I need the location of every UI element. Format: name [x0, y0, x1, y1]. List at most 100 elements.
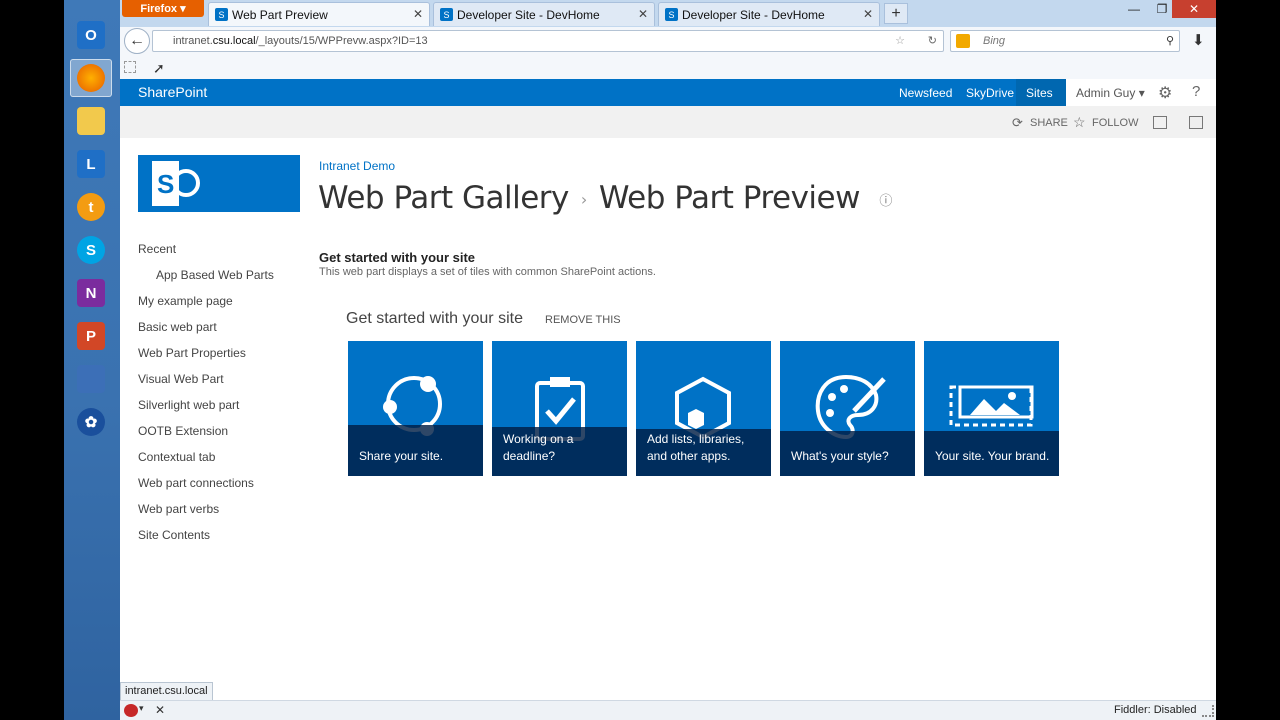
taskbar-powerpoint[interactable]: P — [70, 317, 112, 355]
title-gallery-link[interactable]: Web Part Gallery — [318, 180, 569, 216]
nav-item-recent[interactable]: Recent — [138, 242, 176, 256]
search-input[interactable]: Bing ⚲ — [950, 30, 1180, 52]
nav-item-web-part-properties[interactable]: Web Part Properties — [138, 346, 246, 360]
settings-gear-icon[interactable]: ⚙ — [1158, 83, 1172, 103]
suite-link-newsfeed[interactable]: Newsfeed — [899, 86, 952, 100]
bookmark-star-icon[interactable]: ☆ — [895, 31, 905, 51]
nav-item-ootb-extension[interactable]: OOTB Extension — [138, 424, 228, 438]
minimize-button[interactable]: — — [1120, 0, 1148, 18]
search-icon[interactable]: ⚲ — [1166, 31, 1174, 51]
bookmarks-toolbar: ➚ — [120, 56, 1216, 79]
nav-item-web-part-connections[interactable]: Web part connections — [138, 476, 254, 490]
close-tab-icon[interactable]: ✕ — [638, 7, 648, 21]
folder-icon — [77, 107, 105, 135]
breadcrumb-separator-icon: › — [580, 190, 587, 209]
nav-item-silverlight-web-part[interactable]: Silverlight web part — [138, 398, 239, 412]
tile-working-on-deadline[interactable]: Working on a deadline? — [492, 341, 627, 476]
screen-border-left — [0, 0, 64, 720]
resize-grip-icon[interactable] — [1202, 705, 1214, 717]
site-logo[interactable]: S — [138, 155, 300, 212]
taskbar-firefox[interactable] — [70, 59, 112, 97]
tab-developer-site-2[interactable]: S Developer Site - DevHome ✕ — [658, 2, 880, 26]
sharepoint-favicon-icon: S — [215, 8, 228, 21]
webpart-description: This web part displays a set of tiles wi… — [319, 266, 656, 278]
browser-window: Firefox ▾ S Web Part Preview ✕ S Develop… — [120, 0, 1216, 720]
powerpoint-icon: P — [77, 322, 105, 350]
taskbar-app-flower[interactable]: ✿ — [70, 403, 112, 441]
ribbon-bar: ⟳ SHARE ☆ FOLLOW — [120, 106, 1216, 138]
nav-item-contextual-tab[interactable]: Contextual tab — [138, 450, 215, 464]
flower-icon: ✿ — [77, 408, 105, 436]
get-started-heading: Get started with your site — [346, 310, 523, 327]
svg-text:S: S — [157, 169, 174, 199]
nav-item-my-example-page[interactable]: My example page — [138, 294, 233, 308]
share-button[interactable]: SHARE — [1030, 117, 1068, 129]
windows-taskbar: O L t S N P ✿ — [64, 0, 120, 720]
back-button[interactable]: ← — [124, 28, 150, 54]
hexagon-apps-icon — [675, 376, 731, 440]
t-app-icon: t — [77, 193, 105, 221]
taskbar-explorer[interactable] — [70, 102, 112, 140]
tile-share-site[interactable]: Share your site. — [348, 341, 483, 476]
nav-item-site-contents[interactable]: Site Contents — [138, 528, 210, 542]
close-window-button[interactable]: ✕ — [1172, 0, 1216, 18]
skype-icon: S — [77, 236, 105, 264]
tab-developer-site-1[interactable]: S Developer Site - DevHome ✕ — [433, 2, 655, 26]
webpart-title: Get started with your site — [319, 250, 476, 265]
taskbar-lync[interactable]: L — [70, 145, 112, 183]
sharepoint-logo-icon: S — [152, 161, 200, 206]
page-title: Web Part Gallery › Web Part Preview ⓘ — [318, 180, 892, 216]
fiddler-status[interactable]: Fiddler: Disabled — [1114, 704, 1197, 716]
taskbar-t-app[interactable]: t — [70, 188, 112, 226]
close-tab-icon[interactable]: ✕ — [413, 7, 423, 21]
tile-whats-your-style[interactable]: What's your style? — [780, 341, 915, 476]
tile-add-lists-libraries[interactable]: Add lists, libraries, and other apps. — [636, 341, 771, 476]
new-tab-button[interactable]: + — [884, 3, 908, 24]
clipboard-check-icon — [535, 377, 585, 441]
adblock-icon[interactable] — [124, 704, 138, 717]
nav-item-web-part-verbs[interactable]: Web part verbs — [138, 502, 219, 516]
firefox-menu-button[interactable]: Firefox ▾ — [122, 0, 204, 17]
tile-your-brand[interactable]: Your site. Your brand. — [924, 341, 1059, 476]
bing-icon — [956, 34, 970, 48]
onenote-icon: N — [77, 279, 105, 307]
taskbar-outlook[interactable]: O — [70, 16, 112, 54]
reload-icon[interactable]: ↻ — [928, 31, 937, 51]
follow-button[interactable]: FOLLOW — [1092, 117, 1138, 129]
palette-icon — [815, 374, 886, 440]
close-tab-icon[interactable]: ✕ — [863, 7, 873, 21]
brand-image-icon — [949, 385, 1034, 427]
page-content: S Intranet Demo Web Part Gallery › Web Par… — [120, 138, 1216, 700]
link-hover-url: intranet.csu.local — [120, 682, 213, 702]
sharepoint-favicon-icon: S — [440, 8, 453, 21]
taskbar-skype[interactable]: S — [70, 231, 112, 269]
nav-item-visual-web-part[interactable]: Visual Web Part — [138, 372, 224, 386]
remove-this-link[interactable]: REMOVE THIS — [545, 314, 621, 326]
address-bar[interactable]: intranet.csu.local/_layouts/15/WPPrevw.a… — [152, 30, 944, 52]
breadcrumb[interactable]: Intranet Demo — [319, 159, 395, 173]
share-icon: ⟳ — [1012, 115, 1023, 130]
user-menu[interactable]: Admin Guy ▾ — [1076, 86, 1145, 100]
close-addon-bar-icon[interactable]: ✕ — [155, 703, 165, 717]
sync-icon[interactable] — [1189, 116, 1203, 129]
suite-bar-user-area: Admin Guy ▾ ⚙ ? — [1066, 79, 1216, 106]
nav-item-app-based-web-parts[interactable]: App Based Web Parts — [156, 268, 274, 282]
suite-link-sites[interactable]: Sites — [1026, 86, 1053, 100]
tab-web-part-preview[interactable]: S Web Part Preview ✕ — [208, 2, 430, 26]
mouse-cursor-icon: ➚ — [153, 60, 165, 76]
focus-content-icon[interactable] — [1153, 116, 1167, 129]
taskbar-remote-desktop[interactable] — [70, 360, 112, 398]
screen-border-right — [1216, 0, 1280, 720]
taskbar-onenote[interactable]: N — [70, 274, 112, 312]
help-icon[interactable]: ? — [1192, 83, 1200, 100]
info-icon[interactable]: ⓘ — [879, 194, 892, 209]
chevron-down-icon[interactable]: ▾ — [139, 703, 144, 714]
nav-item-basic-web-part[interactable]: Basic web part — [138, 320, 217, 334]
suite-bar: SharePoint Newsfeed SkyDrive Sites — [120, 79, 1216, 106]
suite-link-skydrive[interactable]: SkyDrive — [966, 86, 1014, 100]
tab-strip: Firefox ▾ S Web Part Preview ✕ S Develop… — [120, 0, 1216, 27]
navigation-toolbar: ← intranet.csu.local/_layouts/15/WPPrevw… — [120, 27, 1216, 57]
download-icon[interactable]: ⬇ — [1192, 31, 1205, 49]
outlook-icon: O — [77, 21, 105, 49]
suite-brand[interactable]: SharePoint — [138, 84, 207, 100]
